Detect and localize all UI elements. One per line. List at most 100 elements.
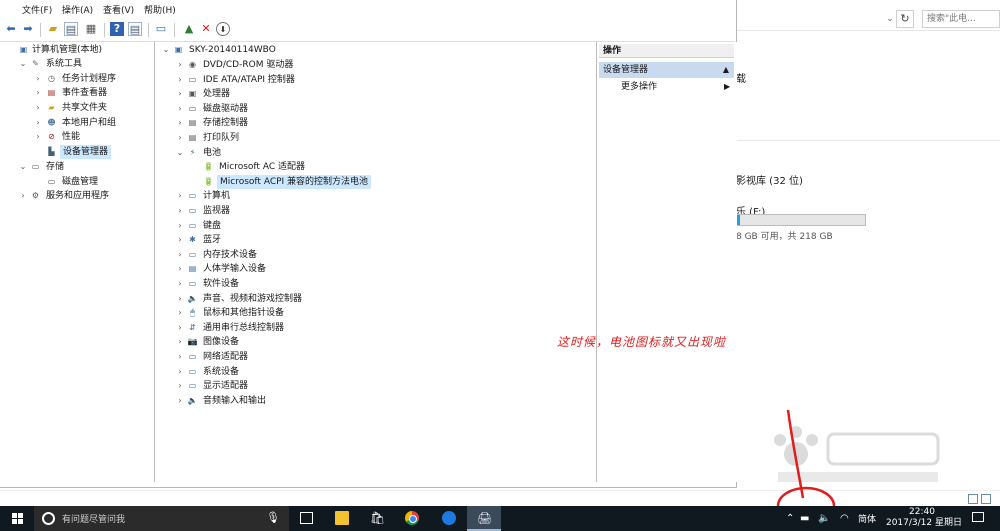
device-category[interactable]: › 📷 图像设备 xyxy=(159,335,589,349)
chevron-right-icon[interactable]: › xyxy=(175,394,185,408)
chevron-down-icon[interactable]: ⌄ xyxy=(18,57,28,71)
chevron-right-icon[interactable]: › xyxy=(33,101,43,115)
wifi-icon[interactable]: ◠ xyxy=(840,512,849,525)
chevron-right-icon[interactable]: › xyxy=(175,321,185,335)
forward-arrow-icon[interactable]: ➡ xyxy=(21,22,35,36)
chevron-right-icon[interactable]: › xyxy=(175,73,185,87)
device-category[interactable]: › ▣ 处理器 xyxy=(159,87,589,101)
device-category[interactable]: › ▭ 显示适配器 xyxy=(159,379,589,393)
device-category[interactable]: › ▤ 人体学输入设备 xyxy=(159,262,589,276)
chevron-right-icon[interactable]: › xyxy=(175,116,185,130)
tree-item-device-manager[interactable]: ▙ 设备管理器 xyxy=(16,145,155,159)
chevron-right-icon[interactable]: › xyxy=(33,116,43,130)
device-category[interactable]: › ▭ 内存技术设备 xyxy=(159,248,589,262)
view-icon[interactable]: ▤ xyxy=(128,22,142,36)
sogou-browser-button[interactable] xyxy=(432,506,466,531)
menu-help[interactable]: 帮助(H) xyxy=(144,3,176,16)
device-category[interactable]: › ◉ DVD/CD-ROM 驱动器 xyxy=(159,58,589,72)
device-category[interactable]: › ▭ 监视器 xyxy=(159,204,589,218)
tree-item-event-viewer[interactable]: › ▤ 事件查看器 xyxy=(16,86,155,100)
tree-item-system-tools[interactable]: ⌄ ✎ 系统工具 xyxy=(16,57,155,71)
ime-indicator[interactable]: 简体 xyxy=(858,512,876,525)
app-label[interactable]: 影视库 (32 位) xyxy=(736,172,803,187)
battery-icon[interactable]: ▬ xyxy=(800,512,809,525)
chevron-right-icon[interactable]: › xyxy=(175,365,185,379)
menu-file[interactable]: 文件(F) xyxy=(22,3,52,16)
device-category[interactable]: › 🔈 音频输入和输出 xyxy=(159,394,589,408)
chevron-up-icon[interactable]: ⌃ xyxy=(786,512,794,525)
view-toggle[interactable] xyxy=(968,494,998,504)
more-actions-item[interactable]: 更多操作 xyxy=(621,80,657,94)
chevron-down-icon[interactable]: ⌄ xyxy=(884,9,896,29)
tiles-view-icon[interactable] xyxy=(981,494,991,504)
menu-action[interactable]: 操作(A) xyxy=(62,3,93,16)
chevron-down-icon[interactable]: ⌄ xyxy=(161,43,171,57)
device-category[interactable]: ⌄ ⚡ 电池 xyxy=(159,146,589,160)
back-arrow-icon[interactable]: ⬅ xyxy=(4,22,18,36)
chevron-right-icon[interactable]: › xyxy=(175,87,185,101)
chevron-right-icon[interactable]: › xyxy=(175,277,185,291)
clock-date[interactable]: 2017/3/12 星期日 xyxy=(884,518,964,529)
chevron-right-icon[interactable]: › xyxy=(175,335,185,349)
details-view-icon[interactable] xyxy=(968,494,978,504)
device-manager-taskbar-button[interactable]: 🖨 xyxy=(467,506,501,531)
device-category[interactable]: › ▭ 系统设备 xyxy=(159,365,589,379)
tree-item-performance[interactable]: › ⊘ 性能 xyxy=(16,130,155,144)
cortana-search-box[interactable]: 有问题尽管问我 🎙 xyxy=(34,506,289,531)
notification-center-icon[interactable] xyxy=(972,512,984,522)
device-category[interactable]: › 🖱 鼠标和其他指针设备 xyxy=(159,306,589,320)
chevron-right-icon[interactable]: › xyxy=(175,233,185,247)
uninstall-x-icon[interactable]: ✕ xyxy=(199,22,213,36)
tree-item-services-apps[interactable]: › ⚙ 服务和应用程序 xyxy=(16,189,155,203)
chevron-right-icon[interactable]: › xyxy=(33,86,43,100)
chrome-button[interactable] xyxy=(395,506,429,531)
tree-item-storage[interactable]: ⌄ ▭ 存储 xyxy=(16,160,155,174)
clock-time[interactable]: 22:40 xyxy=(894,507,950,518)
battery-device[interactable]: 🔋 Microsoft ACPI 兼容的控制方法电池 xyxy=(159,174,589,189)
device-tree-root[interactable]: ⌄ ▣ SKY-20140114WBO xyxy=(159,43,589,57)
chevron-right-icon[interactable]: › xyxy=(175,379,185,393)
chevron-right-icon[interactable]: › xyxy=(175,350,185,364)
chevron-right-icon[interactable]: › xyxy=(175,189,185,203)
chevron-right-icon[interactable]: › xyxy=(175,248,185,262)
search-input[interactable]: 搜索"此电... xyxy=(922,10,1000,28)
chevron-right-icon[interactable]: › xyxy=(175,262,185,276)
download-icon[interactable]: ⬇ xyxy=(216,22,230,36)
refresh-icon[interactable]: ↻ xyxy=(896,10,914,28)
device-category[interactable]: › ▭ IDE ATA/ATAPI 控制器 xyxy=(159,73,589,87)
properties-icon[interactable]: ▦ xyxy=(84,22,98,36)
volume-icon[interactable]: 🔈 xyxy=(818,512,830,525)
chevron-right-icon[interactable]: › xyxy=(175,219,185,233)
show-tree-icon[interactable]: ▤ xyxy=(64,22,78,36)
device-category[interactable]: › ▤ 打印队列 xyxy=(159,131,589,145)
device-category[interactable]: › ▤ 存储控制器 xyxy=(159,116,589,130)
chevron-right-icon[interactable]: › xyxy=(18,189,28,203)
chevron-right-icon[interactable]: › xyxy=(175,292,185,306)
chevron-down-icon[interactable]: ⌄ xyxy=(18,160,28,174)
monitor-icon[interactable]: ▭ xyxy=(154,22,168,36)
update-driver-icon[interactable]: ▲ xyxy=(182,22,196,36)
task-view-button[interactable] xyxy=(290,506,324,531)
folder-up-icon[interactable]: ▰ xyxy=(46,22,60,36)
device-category[interactable]: › ▭ 键盘 xyxy=(159,219,589,233)
chevron-right-icon[interactable]: › xyxy=(175,204,185,218)
device-category[interactable]: › 🔈 声音、视频和游戏控制器 xyxy=(159,292,589,306)
actions-section-device-manager[interactable]: 设备管理器 ▲ xyxy=(599,62,734,78)
tree-item-disk-management[interactable]: ▭ 磁盘管理 xyxy=(16,175,155,189)
help-icon[interactable]: ? xyxy=(110,22,124,36)
start-button[interactable] xyxy=(0,506,34,531)
device-category[interactable]: › ⇵ 通用串行总线控制器 xyxy=(159,321,589,335)
menu-view[interactable]: 查看(V) xyxy=(103,3,134,16)
collapse-up-icon[interactable]: ▲ xyxy=(723,62,729,78)
chevron-right-icon[interactable]: › xyxy=(175,131,185,145)
chevron-right-icon[interactable]: › xyxy=(33,72,43,86)
chevron-right-icon[interactable]: › xyxy=(175,58,185,72)
chevron-right-icon[interactable]: › xyxy=(175,306,185,320)
device-category[interactable]: › ▭ 磁盘驱动器 xyxy=(159,102,589,116)
device-category[interactable]: › ✱ 蓝牙 xyxy=(159,233,589,247)
device-category[interactable]: › ▭ 软件设备 xyxy=(159,277,589,291)
chevron-down-icon[interactable]: ⌄ xyxy=(175,146,185,160)
tree-item-local-users[interactable]: › ☻ 本地用户和组 xyxy=(16,116,155,130)
battery-device[interactable]: 🔋 Microsoft AC 适配器 xyxy=(159,160,589,174)
chevron-right-icon[interactable]: › xyxy=(175,102,185,116)
